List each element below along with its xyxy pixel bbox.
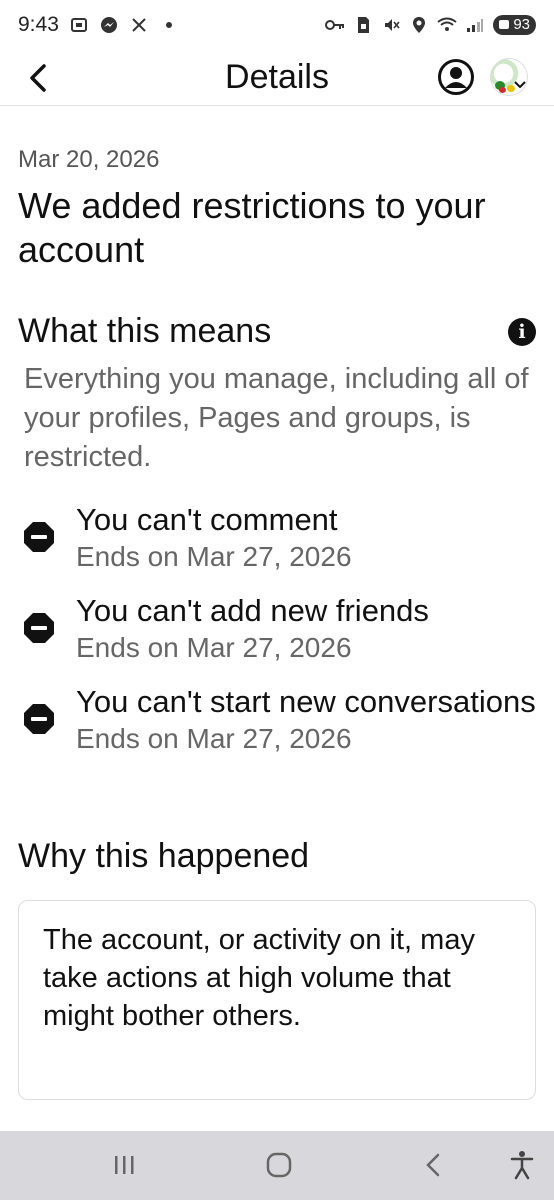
home-icon: [266, 1152, 292, 1178]
accessibility-icon: [510, 1151, 534, 1180]
notification-dot-icon: [159, 15, 179, 35]
home-button[interactable]: [261, 1147, 297, 1183]
notice-date: Mar 20, 2026: [18, 146, 160, 173]
restriction-title: You can't start new conversations: [76, 684, 536, 719]
why-text: The account, or activity on it, may take…: [43, 924, 475, 1032]
status-bar: 9:43 93: [0, 0, 554, 50]
recents-button[interactable]: [106, 1147, 142, 1183]
list-item: You can't start new conversations Ends o…: [18, 683, 538, 757]
profile-avatar[interactable]: [490, 58, 528, 96]
chevron-down-icon[interactable]: [514, 80, 526, 90]
status-right: 93: [325, 15, 536, 35]
status-time: 9:43: [18, 13, 59, 36]
recents-icon: [115, 1156, 134, 1174]
section-title: What this means: [18, 312, 272, 350]
restriction-title: You can't comment: [76, 502, 338, 537]
no-entry-icon: [24, 704, 54, 734]
why-section-title: Why this happened: [18, 837, 310, 875]
x-icon: [129, 15, 149, 35]
restriction-end-date: Ends on Mar 27, 2026: [76, 632, 352, 663]
no-entry-icon: [24, 613, 54, 643]
what-this-means-header: What this means i: [18, 312, 538, 354]
restriction-list: You can't comment Ends on Mar 27, 2026 Y…: [18, 501, 538, 757]
key-icon: [325, 15, 345, 35]
back-icon: [426, 1153, 440, 1177]
notice-headline: We added restrictions to your account: [18, 185, 486, 270]
info-icon[interactable]: i: [508, 318, 536, 346]
screenshot-icon: [69, 15, 89, 35]
system-nav-bar: [0, 1131, 554, 1200]
no-entry-icon: [24, 522, 54, 552]
nav-back-button[interactable]: [416, 1147, 452, 1183]
restriction-title: You can't add new friends: [76, 593, 429, 628]
why-card: The account, or activity on it, may take…: [18, 900, 536, 1100]
header: Details: [0, 50, 554, 106]
list-item: You can't comment Ends on Mar 27, 2026: [18, 501, 538, 575]
location-icon: [409, 15, 429, 35]
restriction-description: Everything you manage, including all of …: [24, 363, 529, 473]
battery-indicator: 93: [493, 15, 536, 35]
accessibility-button[interactable]: [504, 1147, 540, 1183]
sim-icon: [353, 15, 373, 35]
account-button[interactable]: [437, 58, 475, 96]
mute-icon: [381, 15, 401, 35]
wifi-icon: [437, 15, 457, 35]
account-circle-icon: [438, 59, 474, 95]
status-left: 9:43: [18, 13, 179, 37]
signal-icon: [465, 15, 485, 35]
messenger-icon: [99, 15, 119, 35]
restriction-end-date: Ends on Mar 27, 2026: [76, 541, 352, 572]
list-item: You can't add new friends Ends on Mar 27…: [18, 592, 538, 666]
restriction-end-date: Ends on Mar 27, 2026: [76, 723, 352, 754]
main-content: Mar 20, 2026 We added restrictions to yo…: [18, 140, 538, 1100]
